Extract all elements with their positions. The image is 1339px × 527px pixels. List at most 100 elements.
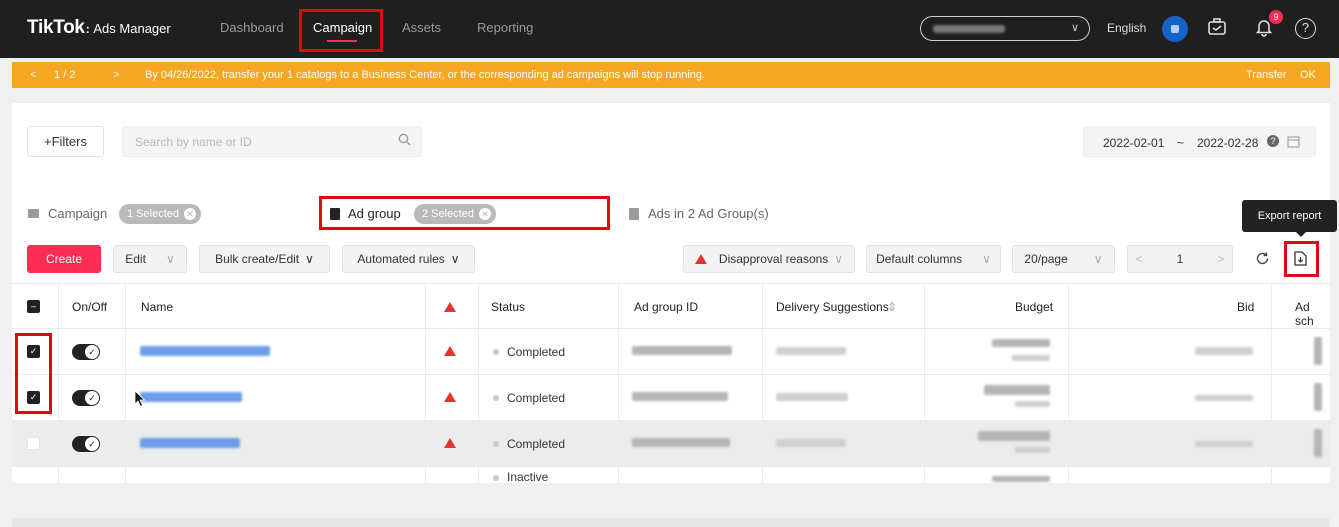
warning-icon[interactable]	[444, 346, 456, 356]
warning-icon[interactable]	[444, 392, 456, 402]
notification-badge: 9	[1269, 10, 1283, 24]
briefcase-icon[interactable]	[1207, 17, 1227, 42]
top-navigation-bar: TikTok: Ads Manager Dashboard Campaign A…	[0, 0, 1339, 58]
chevron-down-icon: ∨	[305, 252, 314, 266]
col-bid[interactable]: Bid	[1237, 300, 1254, 314]
row-checkbox[interactable]: ✓	[27, 345, 40, 358]
cursor-pointer-icon	[134, 390, 146, 411]
default-columns-dropdown[interactable]: Default columns ∨	[866, 245, 1001, 273]
tab-ad-group[interactable]: Ad group	[348, 206, 401, 221]
row-name-link[interactable]	[140, 392, 242, 402]
notice-ok-link[interactable]: OK	[1300, 69, 1316, 81]
account-selector[interactable]: ∨	[920, 16, 1090, 41]
bulk-create-edit-dropdown[interactable]: Bulk create/Edit ∨	[199, 245, 330, 273]
row-budget	[992, 339, 1050, 347]
row-onoff-toggle[interactable]	[72, 344, 100, 360]
export-icon[interactable]	[1294, 251, 1307, 269]
row-ad-schedule	[1314, 337, 1322, 365]
warning-icon	[444, 302, 456, 312]
status-dot	[493, 441, 499, 447]
chevron-down-icon: ∨	[834, 252, 844, 266]
table-row[interactable]: ✓ Completed	[12, 329, 1330, 375]
row-status: Completed	[507, 345, 566, 359]
logo-sub: Ads Manager	[93, 21, 171, 36]
filters-button[interactable]: +Filters	[27, 126, 104, 157]
col-onoff[interactable]: On/Off	[72, 300, 107, 314]
col-ad-schedule[interactable]: Ad sch	[1295, 300, 1330, 328]
search-input[interactable]: Search by name or ID	[122, 126, 422, 157]
chevron-down-icon: ∨	[1093, 252, 1103, 266]
main-panel: +Filters Search by name or ID 2022-02-01…	[12, 103, 1337, 483]
calendar-icon[interactable]	[1287, 135, 1300, 151]
campaign-selected-chip[interactable]: 1 Selected ✕	[119, 204, 201, 224]
chevron-down-icon: ∨	[450, 252, 460, 266]
nav-reporting[interactable]: Reporting	[477, 20, 533, 35]
refresh-icon[interactable]	[1255, 251, 1270, 269]
row-name-link[interactable]	[140, 346, 270, 356]
select-all-checkbox[interactable]: –	[27, 300, 40, 313]
search-placeholder: Search by name or ID	[135, 135, 252, 149]
notice-transfer-link[interactable]: Transfer	[1246, 69, 1287, 81]
chevron-down-icon: ∨	[1070, 22, 1079, 34]
col-delivery-suggestions[interactable]: Delivery Suggestions	[776, 300, 889, 314]
nav-campaign[interactable]: Campaign	[313, 20, 372, 35]
row-ad-schedule	[1314, 429, 1322, 457]
edit-dropdown[interactable]: Edit ∨	[113, 245, 187, 273]
status-dot	[493, 395, 499, 401]
row-checkbox[interactable]	[27, 437, 40, 450]
notice-message: By 04/26/2022, transfer your 1 catalogs …	[145, 69, 706, 81]
close-icon[interactable]: ✕	[478, 208, 491, 220]
notice-next[interactable]: >	[113, 69, 119, 81]
ads-icon	[629, 208, 639, 220]
tiktok-ads-manager-logo[interactable]: TikTok: Ads Manager	[27, 17, 171, 39]
row-onoff-toggle[interactable]	[72, 390, 100, 406]
page-number[interactable]: 1	[1177, 252, 1184, 266]
row-status: Completed	[507, 437, 566, 451]
row-delivery	[776, 347, 846, 355]
notice-prev[interactable]: <	[30, 69, 36, 81]
folder-icon	[28, 209, 39, 218]
tab-campaign[interactable]: Campaign	[48, 206, 107, 221]
warning-icon[interactable]	[444, 438, 456, 448]
row-budget	[992, 476, 1050, 482]
row-delivery	[776, 439, 846, 447]
language-switch[interactable]: English	[1107, 21, 1146, 35]
row-adgroup-id	[632, 438, 730, 447]
help-circle-icon[interactable]: ?	[1295, 18, 1316, 39]
close-icon[interactable]: ✕	[183, 208, 196, 220]
row-checkbox[interactable]: ✓	[27, 391, 40, 404]
row-bid	[1195, 347, 1253, 355]
pager-prev-button[interactable]: <	[1136, 252, 1143, 266]
row-onoff-toggle[interactable]	[72, 436, 100, 452]
sort-icon[interactable]: ⇕	[887, 300, 897, 314]
nav-active-underline	[327, 40, 357, 42]
date-range-picker[interactable]: 2022-02-01 ~ 2022-02-28 ?	[1083, 126, 1316, 157]
col-status[interactable]: Status	[491, 300, 525, 314]
table-row[interactable]: ✓ Completed	[12, 375, 1330, 421]
row-adgroup-id	[632, 346, 732, 355]
table-row[interactable]: Completed	[12, 421, 1330, 467]
nav-dashboard[interactable]: Dashboard	[220, 20, 284, 35]
col-adgroup-id[interactable]: Ad group ID	[634, 300, 698, 314]
chevron-down-icon: ∨	[165, 252, 175, 266]
nav-assets[interactable]: Assets	[402, 20, 441, 35]
avatar[interactable]	[1162, 16, 1188, 42]
horizontal-scrollbar[interactable]	[12, 518, 1330, 527]
row-name-link[interactable]	[140, 438, 240, 448]
notice-pager: 1 / 2	[54, 69, 76, 81]
table-row[interactable]: Inactive	[12, 467, 1330, 483]
info-icon[interactable]: ?	[1267, 135, 1279, 147]
pager-next-button[interactable]: >	[1217, 252, 1224, 266]
ad-group-icon	[330, 208, 340, 220]
automated-rules-dropdown[interactable]: Automated rules ∨	[342, 245, 475, 273]
page-size-dropdown[interactable]: 20/page ∨	[1012, 245, 1115, 273]
tab-ads[interactable]: Ads in 2 Ad Group(s)	[648, 206, 769, 221]
adgroup-selected-chip[interactable]: 2 Selected ✕	[414, 204, 496, 224]
create-button[interactable]: Create	[27, 245, 101, 273]
disapproval-reasons-dropdown[interactable]: Disapproval reasons ∨	[683, 245, 855, 273]
row-budget	[978, 431, 1050, 441]
row-bid	[1195, 395, 1253, 401]
col-budget[interactable]: Budget	[1015, 300, 1053, 314]
col-name[interactable]: Name	[141, 300, 173, 314]
logo-main: TikTok	[27, 17, 85, 38]
